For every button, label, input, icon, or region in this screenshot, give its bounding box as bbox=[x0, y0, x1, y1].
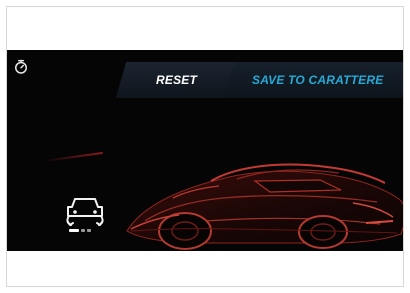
save-to-carattere-button[interactable]: SAVE TO CARATTERE bbox=[223, 62, 403, 98]
car-mode-icon[interactable] bbox=[59, 191, 111, 235]
stopwatch-icon[interactable] bbox=[12, 58, 30, 76]
top-blank-strip bbox=[7, 7, 403, 50]
reset-button-label: RESET bbox=[155, 73, 197, 87]
save-button-label: SAVE TO CARATTERE bbox=[252, 73, 384, 87]
sports-car-wireframe bbox=[126, 163, 403, 250]
reset-button[interactable]: RESET bbox=[115, 62, 238, 98]
screen-frame: RESET SAVE TO CARATTERE bbox=[6, 6, 404, 287]
vehicle-viewport: RESET SAVE TO CARATTERE bbox=[7, 50, 403, 251]
bottom-blank-strip bbox=[7, 251, 403, 286]
red-light-streak bbox=[43, 151, 103, 163]
